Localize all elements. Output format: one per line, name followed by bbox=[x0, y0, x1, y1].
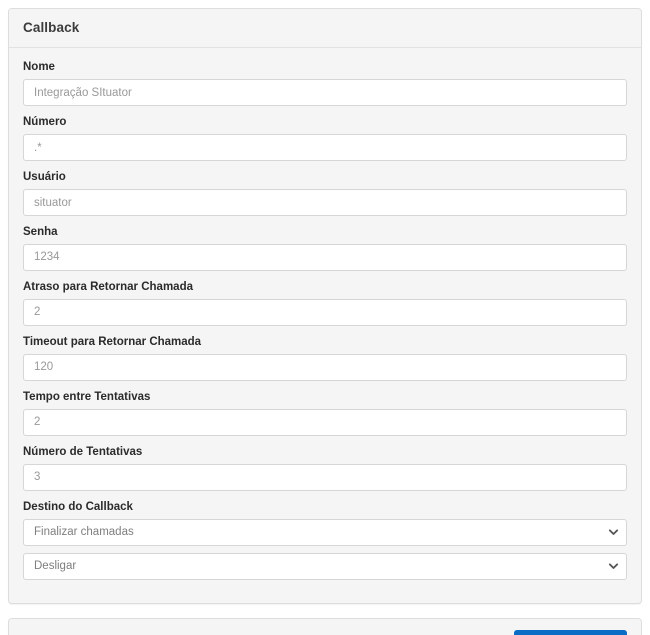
page-root: Callback Nome Número Usuário Senha bbox=[0, 0, 650, 635]
label-numero: Número bbox=[23, 116, 67, 129]
form-group-senha: Senha bbox=[23, 225, 627, 271]
form-group-numero-de-tentativas: Número de Tentativas bbox=[23, 445, 627, 491]
atraso-para-retornar-chamada-input[interactable] bbox=[23, 298, 627, 326]
usuario-input[interactable] bbox=[23, 189, 627, 216]
destino-primary-select[interactable]: Finalizar chamadas bbox=[23, 518, 627, 546]
label-tempo-entre-tentativas: Tempo entre Tentativas bbox=[23, 390, 151, 403]
add-rule-button[interactable]: ✚ Adicionar regra bbox=[514, 629, 627, 635]
form-group-tempo-entre-tentativas: Tempo entre Tentativas bbox=[23, 390, 627, 436]
numero-de-tentativas-input[interactable] bbox=[23, 463, 627, 491]
form-group-usuario: Usuário bbox=[23, 170, 627, 216]
form-group-destino-do-callback: Destino do Callback Finalizar chamadas D… bbox=[23, 500, 627, 580]
form-group-numero: Número bbox=[23, 115, 627, 162]
nome-input[interactable] bbox=[23, 79, 627, 107]
senha-input[interactable] bbox=[23, 243, 627, 271]
destino-secondary-select-wrap: Desligar bbox=[23, 552, 627, 580]
destino-select-wrap: Finalizar chamadas bbox=[23, 518, 627, 546]
form-group-nome: Nome bbox=[23, 60, 627, 107]
callback-panel: Callback Nome Número Usuário Senha bbox=[8, 8, 642, 604]
label-numero-de-tentativas: Número de Tentativas bbox=[23, 445, 143, 458]
label-destino-do-callback: Destino do Callback bbox=[23, 500, 133, 513]
tempo-entre-tentativas-input[interactable] bbox=[23, 408, 627, 436]
label-timeout-para-retornar-chamada: Timeout para Retornar Chamada bbox=[23, 335, 202, 348]
schedule-rules-panel: Regras de Horário ✚ Adicionar regra bbox=[8, 617, 642, 635]
destino-secondary-select[interactable]: Desligar bbox=[23, 552, 627, 580]
schedule-rules-panel-header: Regras de Horário ✚ Adicionar regra bbox=[9, 618, 641, 635]
label-senha: Senha bbox=[23, 226, 58, 238]
callback-panel-title: Callback bbox=[23, 20, 80, 35]
timeout-para-retornar-chamada-input[interactable] bbox=[23, 353, 627, 381]
numero-input[interactable] bbox=[23, 134, 627, 162]
callback-panel-body: Nome Número Usuário Senha Atraso para Re… bbox=[9, 48, 641, 602]
label-atraso-para-retornar-chamada: Atraso para Retornar Chamada bbox=[23, 280, 193, 293]
label-nome: Nome bbox=[23, 61, 55, 74]
label-usuario: Usuário bbox=[23, 171, 66, 184]
form-group-timeout-para-retornar-chamada: Timeout para Retornar Chamada bbox=[23, 335, 627, 381]
form-group-atraso-para-retornar-chamada: Atraso para Retornar Chamada bbox=[23, 280, 627, 326]
callback-panel-header: Callback bbox=[9, 9, 641, 49]
